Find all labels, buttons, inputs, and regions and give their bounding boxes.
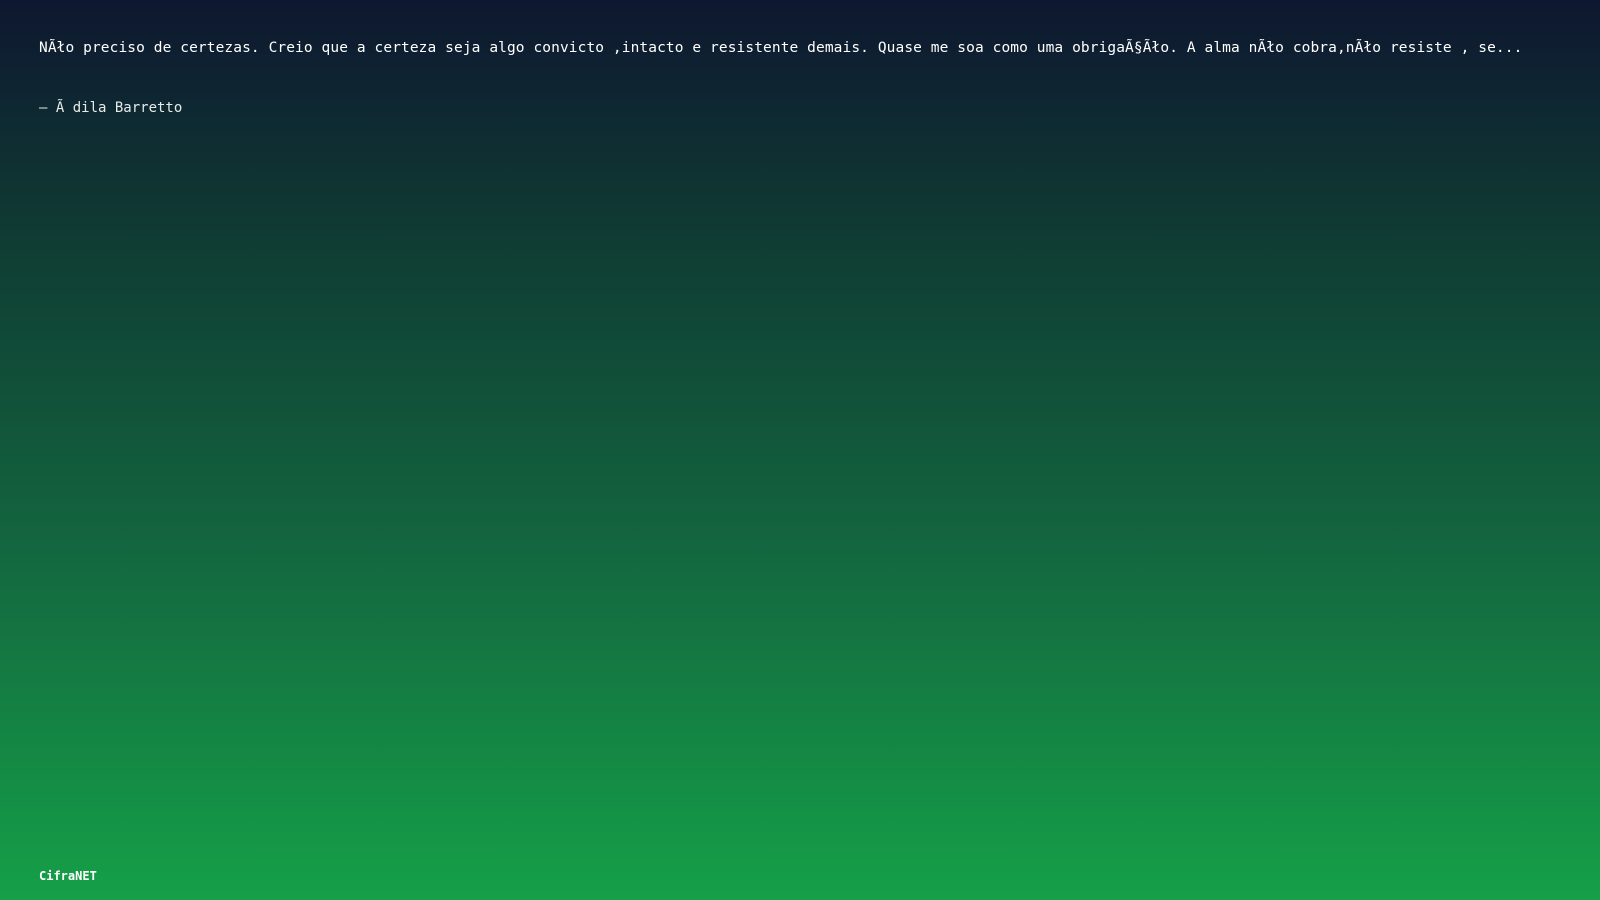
quote-screen: NÃło preciso de certezas. Creio que a ce… <box>0 0 1600 900</box>
quote-author: – Ã dila Barretto <box>39 100 183 116</box>
quote-text: NÃło preciso de certezas. Creio que a ce… <box>39 40 1523 56</box>
brand-label: CifraNET <box>39 869 97 883</box>
